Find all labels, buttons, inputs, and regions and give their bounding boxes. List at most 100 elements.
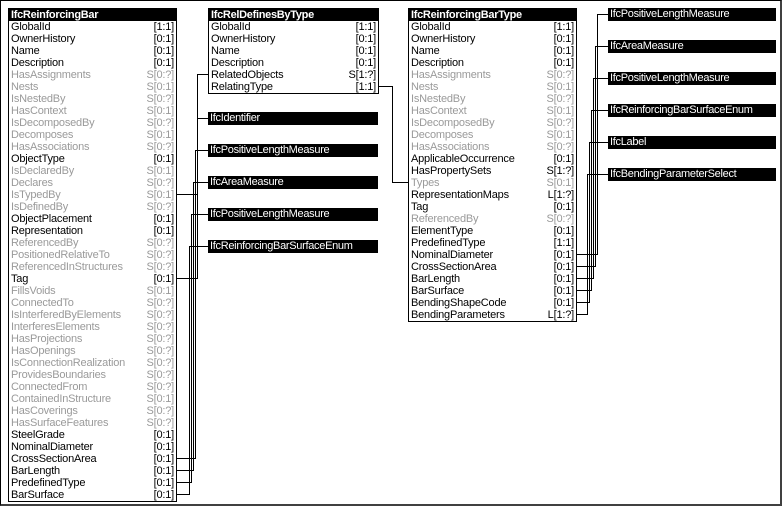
attribute-row[interactable]: HasContext S[0:1] [9,105,176,117]
attribute-row[interactable]: ConnectedFrom S[0:?] [9,381,176,393]
attribute-row[interactable]: IsNestedBy S[0:?] [409,93,576,105]
attribute-row[interactable]: OwnerHistory [0:1] [9,33,176,45]
attribute-row[interactable]: SteelGrade [0:1] [9,429,176,441]
attribute-row[interactable]: HasAssociations S[0:?] [9,141,176,153]
attribute-row[interactable]: BendingParameters L[1:?] [409,309,576,321]
attribute-row[interactable]: HasSurfaceFeatures S[0:?] [9,417,176,429]
attribute-row[interactable]: ReferencedBy S[0:?] [9,237,176,249]
attribute-row[interactable]: GlobalId [1:1] [409,21,576,33]
attribute-row[interactable]: PositionedRelativeTo S[0:?] [9,249,176,261]
attribute-row[interactable]: Types S[0:1] [409,177,576,189]
attribute-row[interactable]: RelatedObjects S[1:?] [209,69,378,81]
attribute-row[interactable]: Name [0:1] [209,45,378,57]
attribute-row[interactable]: Representation [0:1] [9,225,176,237]
attribute-row[interactable]: IsDecomposedBy S[0:?] [409,117,576,129]
attribute-cardinality: L[1:?] [547,189,575,201]
attribute-row[interactable]: Tag [0:1] [409,201,576,213]
attribute-row[interactable]: Description [0:1] [9,57,176,69]
attribute-row[interactable]: ConnectedTo S[0:?] [9,297,176,309]
attribute-row[interactable]: ObjectPlacement [0:1] [9,213,176,225]
type-label-ifcidentifier[interactable]: IfcIdentifier [208,112,378,125]
attribute-row[interactable]: OwnerHistory [0:1] [209,33,378,45]
attribute-row[interactable]: ReferencedBy S[0:?] [409,213,576,225]
attribute-row[interactable]: ProvidesBoundaries S[0:?] [9,369,176,381]
attribute-name: FillsVoids [11,285,56,297]
attribute-row[interactable]: IsConnectionRealization S[0:?] [9,357,176,369]
attribute-row[interactable]: HasContext S[0:1] [409,105,576,117]
attribute-row[interactable]: Name [0:1] [9,45,176,57]
attribute-row[interactable]: BarLength [0:1] [409,273,576,285]
attribute-row[interactable]: Decomposes S[0:1] [9,129,176,141]
attribute-row[interactable]: HasProjections S[0:?] [9,333,176,345]
type-label-ifcpositivelengthmeasure[interactable]: IfcPositiveLengthMeasure [608,8,776,21]
type-label-ifcreinforcingbarsurfaceenum[interactable]: IfcReinforcingBarSurfaceEnum [608,104,776,117]
attribute-row[interactable]: PredefinedType [1:1] [409,237,576,249]
attribute-cardinality: S[0:1] [546,177,574,189]
attribute-row[interactable]: HasAssociations S[0:?] [409,141,576,153]
entity-title[interactable]: IfcRelDefinesByType [209,9,378,21]
attribute-cardinality: S[0:?] [146,357,174,369]
attribute-row[interactable]: HasPropertySets S[1:?] [409,165,576,177]
attribute-row[interactable]: Description [0:1] [409,57,576,69]
attribute-row[interactable]: HasAssignments S[0:?] [9,69,176,81]
attribute-name: OwnerHistory [411,33,476,45]
attribute-row[interactable]: CrossSectionArea [0:1] [9,453,176,465]
attribute-row[interactable]: FillsVoids S[0:1] [9,285,176,297]
attribute-row[interactable]: ReferencedInStructures S[0:?] [9,261,176,273]
attribute-cardinality: S[0:?] [546,117,574,129]
entity-title[interactable]: IfcReinforcingBar [9,9,176,21]
entity-ifcreldefinesbytype[interactable]: IfcRelDefinesByType GlobalId [1:1] OwnerHi… [208,8,379,94]
attribute-row[interactable]: GlobalId [1:1] [9,21,176,33]
attribute-row[interactable]: InterferesElements S[0:?] [9,321,176,333]
attribute-row[interactable]: OwnerHistory [0:1] [409,33,576,45]
attribute-row[interactable]: HasCoverings S[0:?] [9,405,176,417]
attribute-name: PredefinedType [11,477,86,489]
attribute-row[interactable]: GlobalId [1:1] [209,21,378,33]
attribute-row[interactable]: Description [0:1] [209,57,378,69]
attribute-row[interactable]: ObjectType [0:1] [9,153,176,165]
type-label-ifcpositivelengthmeasure[interactable]: IfcPositiveLengthMeasure [608,72,776,85]
attribute-row[interactable]: IsDeclaredBy S[0:1] [9,165,176,177]
attribute-row[interactable]: Name [0:1] [409,45,576,57]
type-label-ifclabel[interactable]: IfcLabel [608,136,776,149]
attribute-row[interactable]: IsDefinedBy S[0:?] [9,201,176,213]
type-label-ifcareameasure[interactable]: IfcAreaMeasure [608,40,776,53]
attribute-cardinality: [0:1] [153,453,175,465]
attribute-cardinality: S[0:?] [146,249,174,261]
attribute-row[interactable]: IsInterferedByElements S[0:?] [9,309,176,321]
type-label-ifcpositivelengthmeasure[interactable]: IfcPositiveLengthMeasure [208,208,378,221]
attribute-row[interactable]: BarSurface [0:1] [9,489,176,501]
attribute-row[interactable]: RelatingType [1:1] [209,81,378,93]
attribute-row[interactable]: BendingShapeCode [0:1] [409,297,576,309]
entity-ifcreinforcingbartype[interactable]: IfcReinforcingBarType GlobalId [1:1] Owner… [408,8,577,322]
attribute-row[interactable]: Declares S[0:?] [9,177,176,189]
attribute-row[interactable]: Decomposes S[0:1] [409,129,576,141]
entity-title[interactable]: IfcReinforcingBarType [409,9,576,21]
attribute-row[interactable]: IsDecomposedBy S[0:?] [9,117,176,129]
attribute-row[interactable]: NominalDiameter [0:1] [409,249,576,261]
type-label-ifcbendingparameterselect[interactable]: IfcBendingParameterSelect [608,168,776,181]
attribute-row[interactable]: BarSurface [0:1] [409,285,576,297]
entity-ifcreinforcingbar[interactable]: IfcReinforcingBar GlobalId [1:1] OwnerHist… [8,8,177,502]
attribute-row[interactable]: IsNestedBy S[0:?] [9,93,176,105]
attribute-row[interactable]: HasOpenings S[0:?] [9,345,176,357]
attribute-row[interactable]: CrossSectionArea [0:1] [409,261,576,273]
connector-type-barsurface [576,110,608,291]
attribute-row[interactable]: ElementType [0:1] [409,225,576,237]
attribute-row[interactable]: BarLength [0:1] [9,465,176,477]
attribute-row[interactable]: Nests S[0:1] [409,81,576,93]
attribute-name: IsDeclaredBy [11,165,75,177]
attribute-row[interactable]: PredefinedType [0:1] [9,477,176,489]
type-label-ifcpositivelengthmeasure[interactable]: IfcPositiveLengthMeasure [208,144,378,157]
attribute-row[interactable]: ApplicableOccurrence [0:1] [409,153,576,165]
attribute-row[interactable]: ContainedInStructure S[0:1] [9,393,176,405]
attribute-name: ConnectedTo [11,297,74,309]
type-label-ifcreinforcingbarsurfaceenum[interactable]: IfcReinforcingBarSurfaceEnum [208,240,378,253]
attribute-row[interactable]: Nests S[0:1] [9,81,176,93]
attribute-row[interactable]: IsTypedBy S[0:1] [9,189,176,201]
type-label-ifcareameasure[interactable]: IfcAreaMeasure [208,176,378,189]
attribute-row[interactable]: Tag [0:1] [9,273,176,285]
attribute-row[interactable]: HasAssignments S[0:?] [409,69,576,81]
attribute-row[interactable]: RepresentationMaps L[1:?] [409,189,576,201]
attribute-row[interactable]: NominalDiameter [0:1] [9,441,176,453]
